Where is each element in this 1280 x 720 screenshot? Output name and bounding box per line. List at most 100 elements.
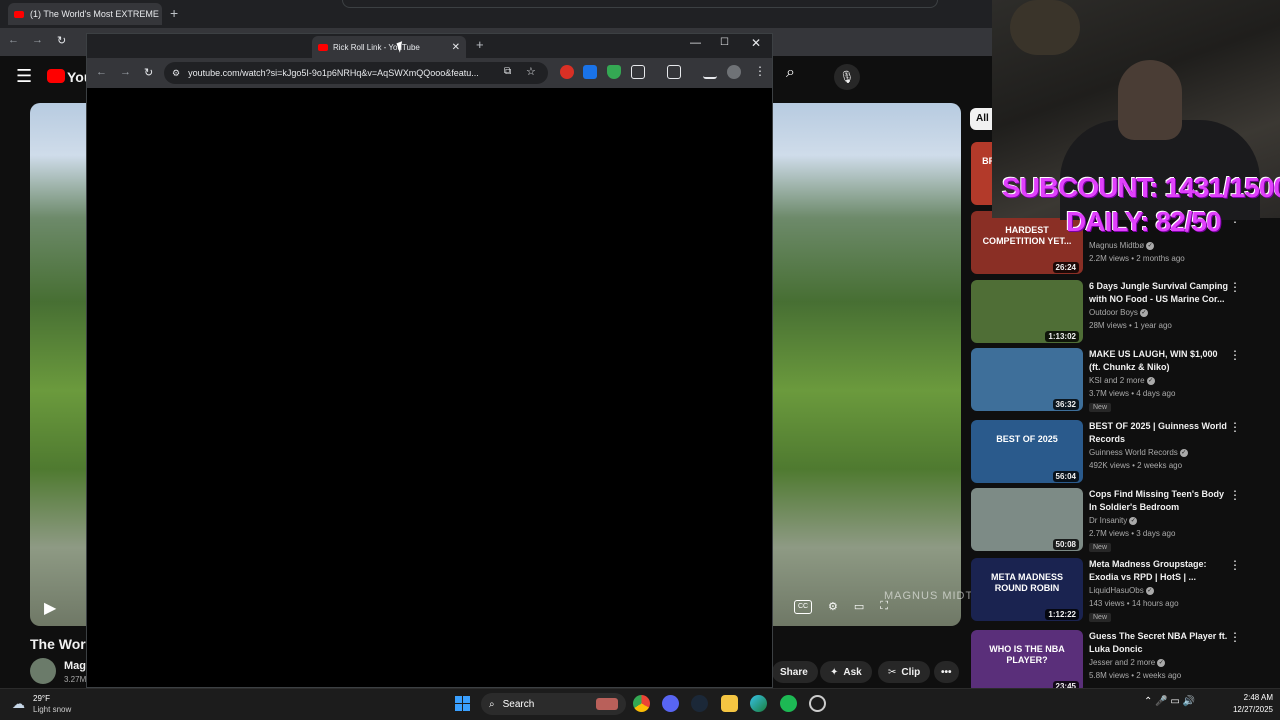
extension-adblock-icon[interactable] bbox=[560, 65, 574, 79]
recommended-video[interactable]: 50:08 Cops Find Missing Teen's Body In So… bbox=[971, 488, 1271, 552]
video-options-icon[interactable]: ⋮ bbox=[1229, 280, 1241, 294]
channel-name[interactable]: Mag bbox=[64, 660, 86, 672]
recommended-channel[interactable]: LiquidHasuObs ✓ bbox=[1089, 586, 1154, 595]
back-browser-tab[interactable]: (1) The World's Most EXTREME ✕ bbox=[8, 3, 162, 25]
video-duration: 56:04 bbox=[1052, 471, 1079, 482]
search-highlight-icon bbox=[596, 698, 618, 710]
recommended-video-title[interactable]: Guess The Secret NBA Player ft. Luka Don… bbox=[1089, 630, 1231, 656]
share-button[interactable]: Share bbox=[772, 661, 818, 683]
recommended-channel[interactable]: Magnus Midtbø ✓ bbox=[1089, 241, 1155, 250]
weather-temperature[interactable]: 29°F bbox=[33, 694, 50, 703]
recommended-channel[interactable]: KSI and 2 more ✓ bbox=[1089, 376, 1155, 385]
windows-start-icon[interactable] bbox=[455, 696, 470, 711]
back-new-tab-icon[interactable]: + bbox=[170, 5, 178, 21]
video-options-icon[interactable]: ⋮ bbox=[1229, 630, 1241, 644]
recommended-video-title[interactable]: Meta Madness Groupstage: Exodia vs RPD |… bbox=[1089, 558, 1231, 584]
video-duration: 36:32 bbox=[1052, 399, 1079, 410]
recommended-video[interactable]: META MADNESS ROUND ROBIN 1:12:22 Meta Madn… bbox=[971, 558, 1271, 622]
video-options-icon[interactable]: ⋮ bbox=[1229, 348, 1241, 362]
taskbar-clock-date[interactable]: 12/27/2025 bbox=[1225, 705, 1273, 714]
browser-menu-icon[interactable]: ⋮ bbox=[754, 64, 766, 78]
recommended-channel-label: Jesser and 2 more bbox=[1089, 658, 1156, 667]
recommended-channel[interactable]: Outdoor Boys ✓ bbox=[1089, 308, 1148, 317]
weather-cloud-icon[interactable]: ☁ bbox=[12, 696, 25, 712]
recommended-video[interactable]: WHO IS THE NBA PLAYER? 23:45 Guess The Sec… bbox=[971, 630, 1271, 694]
thumbnail-caption: BEST OF 2025 bbox=[996, 434, 1058, 444]
spotify-taskbar-icon[interactable] bbox=[780, 695, 797, 712]
window-maximize-icon[interactable]: ☐ bbox=[720, 37, 729, 48]
youtube-menu-icon[interactable]: ☰ bbox=[16, 66, 32, 87]
recommended-video-meta: 143 views • 14 hours ago bbox=[1089, 599, 1179, 608]
system-tray[interactable]: ⌃ 🎤 ▭ 🔊 bbox=[1144, 696, 1195, 707]
video-options-icon[interactable]: ⋮ bbox=[1229, 420, 1241, 434]
extensions-puzzle-icon[interactable] bbox=[631, 65, 645, 79]
popup-back-icon[interactable]: ← bbox=[96, 66, 107, 78]
extension-shield-icon[interactable] bbox=[607, 65, 621, 79]
voice-search-mic-icon[interactable]: 🎙 bbox=[834, 64, 860, 90]
recommended-video[interactable]: 36:32 MAKE US LAUGH, WIN $1,000 (ft. Chun… bbox=[971, 348, 1271, 412]
popup-forward-icon[interactable]: → bbox=[120, 66, 131, 78]
popup-browser-window[interactable] bbox=[86, 33, 773, 688]
back-nav-back-icon[interactable]: ← bbox=[8, 34, 19, 46]
youtube-favicon-icon bbox=[14, 10, 24, 18]
recommended-video[interactable]: BEST OF 2025 56:04 BEST OF 2025 | Guinness… bbox=[971, 420, 1271, 484]
recommended-channel-label: KSI and 2 more bbox=[1089, 376, 1145, 385]
popup-tab-close-icon[interactable]: ✕ bbox=[452, 42, 460, 53]
window-close-icon[interactable]: ✕ bbox=[751, 36, 761, 50]
extension-translate-icon[interactable] bbox=[583, 65, 597, 79]
filter-chip-all[interactable]: All bbox=[970, 108, 992, 130]
popup-reload-icon[interactable]: ↻ bbox=[144, 66, 153, 79]
clip-button[interactable]: ✂ Clip bbox=[878, 661, 931, 683]
site-info-icon[interactable]: ⚙ bbox=[172, 68, 180, 79]
youtube-search-icon[interactable]: ⌕ bbox=[786, 64, 820, 90]
weather-description[interactable]: Light snow bbox=[33, 705, 71, 714]
popup-browser-tab[interactable]: Rick Roll Link - YouTube ✕ bbox=[312, 36, 466, 58]
chrome-taskbar-icon[interactable] bbox=[633, 695, 650, 712]
address-bar[interactable]: ⚙ youtube.com/watch?si=kJgo5I-9o1p6NRHq&… bbox=[164, 62, 548, 84]
recommended-video-meta: 2.7M views • 3 days ago bbox=[1089, 529, 1176, 538]
back-tab-search-pill bbox=[342, 0, 938, 8]
more-actions-button[interactable]: ••• bbox=[934, 661, 959, 683]
video-options-icon[interactable]: ⋮ bbox=[1229, 488, 1241, 502]
taskbar-search-label: Search bbox=[502, 698, 535, 710]
settings-gear-icon[interactable]: ⚙ bbox=[828, 600, 838, 614]
taskbar-search[interactable]: ⌕ Search bbox=[481, 693, 626, 715]
bookmark-star-icon[interactable]: ☆ bbox=[526, 65, 536, 78]
recommended-video-title[interactable]: 6 Days Jungle Survival Camping with NO F… bbox=[1089, 280, 1231, 306]
recommended-channel[interactable]: Dr Insanity ✓ bbox=[1089, 516, 1138, 525]
obs-taskbar-icon[interactable] bbox=[809, 695, 826, 712]
captions-button[interactable]: CC bbox=[794, 600, 812, 614]
start-tile bbox=[463, 696, 470, 703]
recommended-video-title[interactable]: Cops Find Missing Teen's Body In Soldier… bbox=[1089, 488, 1231, 514]
back-nav-forward-icon[interactable]: → bbox=[32, 34, 43, 46]
recommended-channel[interactable]: Jesser and 2 more ✓ bbox=[1089, 658, 1166, 667]
back-reload-icon[interactable]: ↻ bbox=[57, 34, 66, 47]
ask-button[interactable]: ✦ Ask bbox=[820, 661, 872, 683]
address-bar-url[interactable]: youtube.com/watch?si=kJgo5I-9o1p6NRHq&v=… bbox=[188, 68, 479, 78]
recommended-video-meta: 5.8M views • 2 weeks ago bbox=[1089, 671, 1182, 680]
recommended-video-title[interactable]: MAKE US LAUGH, WIN $1,000 (ft. Chunkz & … bbox=[1089, 348, 1231, 374]
discord-taskbar-icon[interactable] bbox=[662, 695, 679, 712]
miniplayer-icon[interactable]: ▭ bbox=[854, 600, 864, 614]
file-explorer-taskbar-icon[interactable] bbox=[721, 695, 738, 712]
taskbar-clock-time[interactable]: 2:48 AM bbox=[1233, 693, 1273, 702]
video-options-icon[interactable]: ⋮ bbox=[1229, 558, 1241, 572]
profile-avatar[interactable] bbox=[727, 65, 741, 79]
channel-avatar[interactable] bbox=[30, 658, 56, 684]
edge-taskbar-icon[interactable] bbox=[750, 695, 767, 712]
screen-capture-icon[interactable] bbox=[667, 65, 681, 79]
popup-new-tab-icon[interactable]: + bbox=[476, 37, 484, 52]
window-minimize-icon[interactable]: — bbox=[690, 37, 701, 49]
play-icon[interactable]: ▶ bbox=[44, 598, 56, 618]
recommended-channel-label: Dr Insanity bbox=[1089, 516, 1128, 525]
media-controls-icon[interactable] bbox=[703, 65, 717, 79]
recommended-video-meta: 28M views • 1 year ago bbox=[1089, 321, 1172, 330]
steam-taskbar-icon[interactable] bbox=[691, 695, 708, 712]
install-app-icon[interactable]: ⧉ bbox=[504, 66, 511, 77]
webcam-streamer-head bbox=[1118, 60, 1182, 140]
recommended-channel[interactable]: Guinness World Records ✓ bbox=[1089, 448, 1188, 457]
recommended-video-meta: 492K views • 2 weeks ago bbox=[1089, 461, 1183, 470]
youtube-logo-icon[interactable] bbox=[47, 69, 65, 83]
recommended-video[interactable]: 1:13:02 6 Days Jungle Survival Camping wi… bbox=[971, 280, 1271, 344]
recommended-video-title[interactable]: BEST OF 2025 | Guinness World Records bbox=[1089, 420, 1231, 446]
